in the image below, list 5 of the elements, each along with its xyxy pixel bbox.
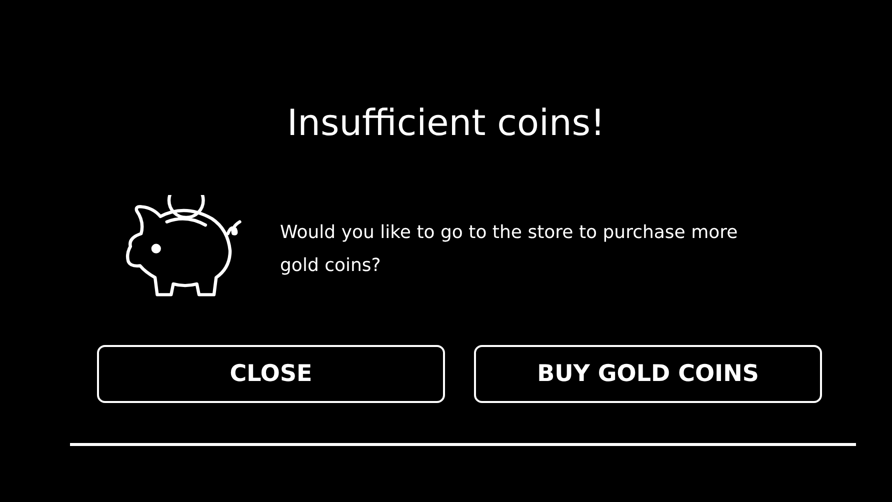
- dialog-button[interactable]: BUY GOLD COINS: [474, 345, 822, 403]
- dialog-message: Would you like to go to the store to purchase more gold coins?: [280, 221, 739, 278]
- dialog-button[interactable]: CLOSE: [97, 345, 445, 403]
- dialog-title: Insufficient coins!: [286, 102, 606, 146]
- piggy-bank-icon: [124, 195, 244, 299]
